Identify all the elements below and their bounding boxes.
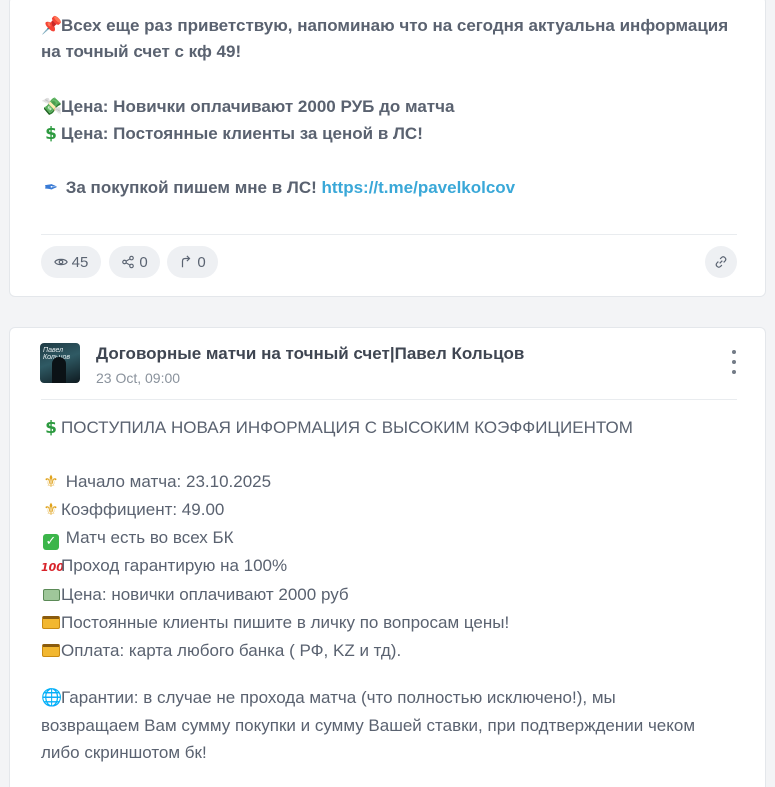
channel-name[interactable]: Договорные матчи на точный счет|Павел Ко… — [96, 344, 524, 364]
heavy-dollar-sign-icon: $ — [45, 124, 57, 144]
views-count: 45 — [71, 253, 89, 271]
heavy-dollar-sign-icon: $ — [45, 418, 57, 438]
details-list: ⚜ Начало матча: 23.10.2025 ⚜ Коэффициент:… — [41, 468, 741, 665]
post-card: 📌Всех еще раз приветствую, напоминаю что… — [9, 0, 766, 297]
post-intro: 📌Всех еще раз приветствую, напоминаю что… — [41, 13, 741, 65]
views-counter[interactable]: 45 — [41, 246, 101, 278]
money-with-wings-icon: 💸 — [41, 97, 63, 117]
forward-icon — [182, 255, 191, 268]
fleur-de-lis-icon: ⚜ — [43, 472, 59, 492]
list-item: Оплата: карта любого банка ( РФ, KZ и тд… — [41, 637, 741, 665]
list-item: Цена: новички оплачивают 2000 руб — [41, 581, 741, 609]
fleur-de-lis-icon: ⚜ — [43, 500, 59, 520]
price-new-line: 💸Цена: Новички оплачивают 2000 РУБ до ма… — [41, 94, 741, 120]
more-vertical-icon[interactable] — [724, 350, 744, 374]
check-mark-button-icon: ✓ — [41, 525, 61, 552]
warranty-paragraph: 🌐Гарантии: в случае не прохода матча (чт… — [41, 684, 741, 766]
share-icon — [122, 255, 135, 269]
list-item: ⚜ Начало матча: 23.10.2025 — [41, 468, 741, 496]
forwards-count: 0 — [197, 253, 206, 271]
shares-count: 0 — [139, 253, 148, 271]
globe-icon: 🌐 — [41, 688, 63, 708]
credit-card-icon — [41, 610, 61, 637]
list-item: ⚜ Коэффициент: 49.00 — [41, 496, 741, 524]
list-item: ✓ Матч есть во всех БК — [41, 524, 741, 552]
channel-avatar[interactable]: ПавелКольцов — [40, 343, 80, 383]
list-item: Постоянные клиенты пишите в личку по воп… — [41, 609, 741, 637]
divider — [41, 399, 737, 400]
post-card: ПавелКольцов Договорные матчи на точный … — [9, 327, 766, 787]
purchase-line: ✒ За покупкой пишем мне в ЛС! https://t.… — [41, 175, 741, 201]
eye-icon — [53, 258, 68, 266]
copy-link-button[interactable] — [705, 246, 737, 278]
hundred-points-icon: 100 — [41, 561, 64, 574]
list-item: 100Проход гарантирую на 100% — [41, 552, 741, 581]
post-date: 23 Oct, 09:00 — [96, 370, 181, 386]
link-icon — [715, 256, 727, 268]
credit-card-icon — [41, 638, 61, 665]
pushpin-icon: 📌 — [41, 16, 63, 36]
divider — [41, 234, 737, 235]
pen-icon: ✒ — [43, 178, 59, 198]
shares-counter[interactable]: 0 — [109, 246, 160, 278]
price-regular-line: $ Цена: Постоянные клиенты за ценой в ЛС! — [41, 121, 741, 147]
headline-line: $ ПОСТУПИЛА НОВАЯ ИНФОРМАЦИЯ С ВЫСОКИМ КО… — [41, 414, 741, 442]
banknote-icon — [41, 582, 61, 609]
forwards-counter[interactable]: 0 — [167, 246, 218, 278]
telegram-link[interactable]: https://t.me/pavelkolcov — [321, 178, 515, 197]
